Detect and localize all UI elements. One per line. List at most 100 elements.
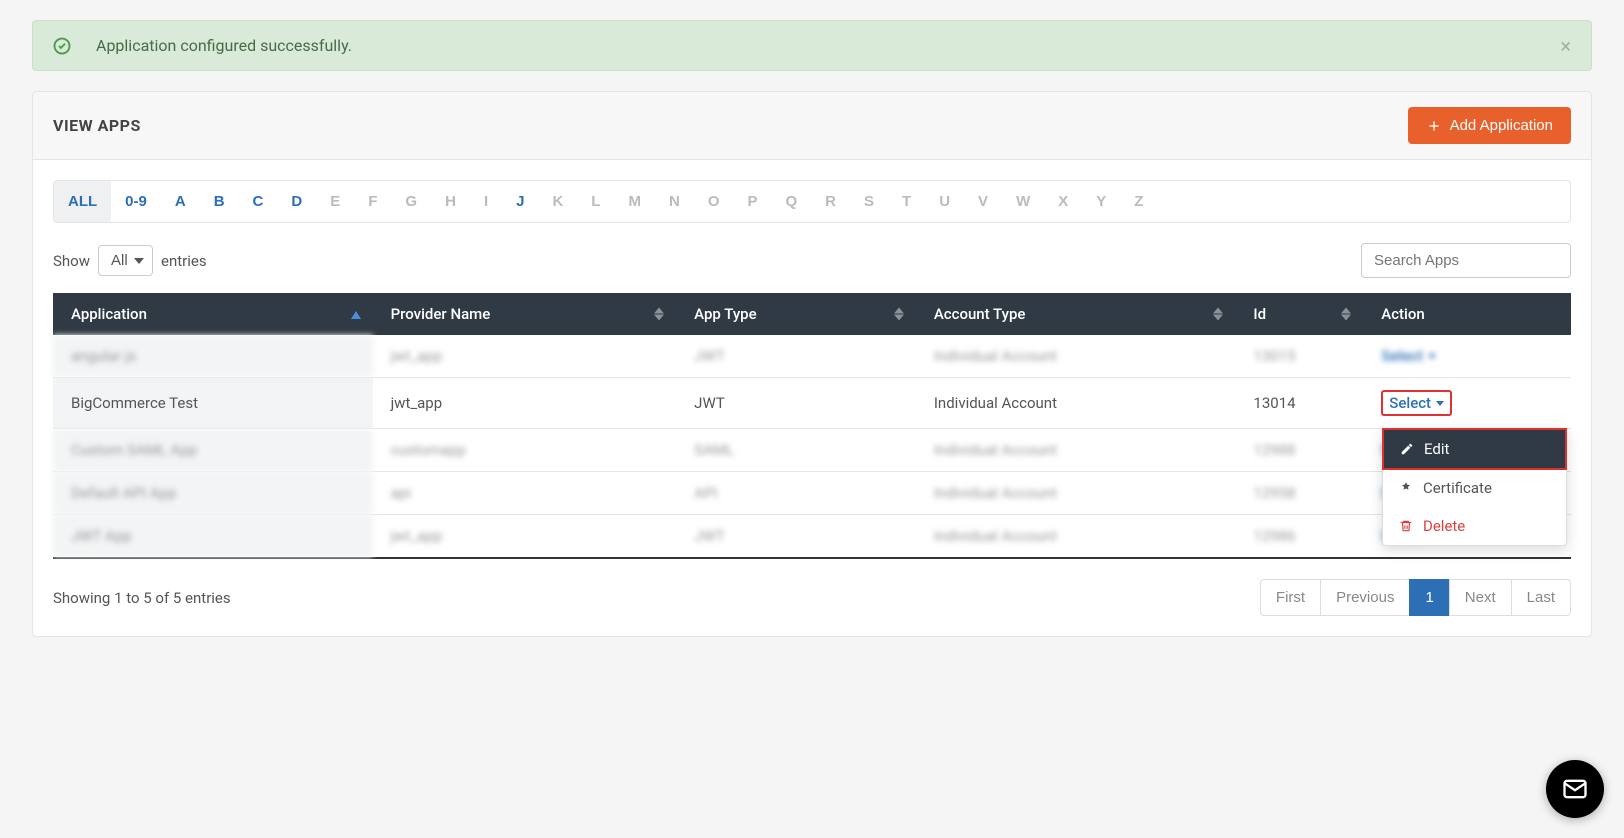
- apps-table: Application Provider Name: [53, 293, 1571, 559]
- cell-application: BigCommerce Test: [53, 378, 373, 429]
- table-row: Default API AppapiAPIIndividual Account1…: [53, 472, 1571, 515]
- alpha-t[interactable]: T: [888, 181, 925, 222]
- alpha-u[interactable]: U: [925, 181, 964, 222]
- sort-icon: [654, 308, 664, 321]
- alpha-o[interactable]: O: [694, 181, 734, 222]
- cell-application: angular js: [53, 335, 373, 378]
- chevron-down-icon: [1428, 354, 1436, 359]
- alpha-s[interactable]: S: [850, 181, 888, 222]
- cell-id: 13015: [1235, 335, 1363, 378]
- alpha-z[interactable]: Z: [1120, 181, 1157, 222]
- cell-accounttype: Individual Account: [916, 472, 1236, 515]
- cell-apptype: JWT: [676, 335, 916, 378]
- cell-provider: jwt_app: [373, 378, 677, 429]
- alpha-f[interactable]: F: [354, 181, 391, 222]
- alpha-d[interactable]: D: [277, 181, 316, 222]
- alpha-w[interactable]: W: [1002, 181, 1044, 222]
- show-label-after: entries: [161, 252, 207, 270]
- cell-accounttype: Individual Account: [916, 335, 1236, 378]
- page-first[interactable]: First: [1260, 579, 1321, 616]
- page-last[interactable]: Last: [1511, 579, 1571, 616]
- cell-id: 12958: [1235, 472, 1363, 515]
- cell-accounttype: Individual Account: [916, 515, 1236, 559]
- col-apptype[interactable]: App Type: [676, 293, 916, 335]
- alpha-0-9[interactable]: 0-9: [111, 181, 161, 222]
- cell-id: 13014: [1235, 378, 1363, 429]
- alert-close-icon[interactable]: ×: [1560, 34, 1571, 58]
- sort-icon: [1213, 308, 1223, 321]
- cell-application: Custom SAML App: [53, 429, 373, 472]
- search-input[interactable]: [1361, 243, 1571, 278]
- cell-provider: customapp: [373, 429, 677, 472]
- chat-widget[interactable]: [1546, 760, 1604, 818]
- cell-application: Default API App: [53, 472, 373, 515]
- success-alert: Application configured successfully. ×: [32, 20, 1592, 71]
- select-dropdown-trigger[interactable]: Select: [1381, 390, 1452, 416]
- show-label-before: Show: [53, 252, 90, 270]
- table-row: BigCommerce Testjwt_appJWTIndividual Acc…: [53, 378, 1571, 429]
- table-row: Custom SAML AppcustomappSAMLIndividual A…: [53, 429, 1571, 472]
- dropdown-delete-label: Delete: [1423, 517, 1465, 535]
- alpha-filter: ALL0-9ABCDEFGHIJKLMNOPQRSTUVWXYZ: [53, 180, 1571, 223]
- alpha-c[interactable]: C: [239, 181, 278, 222]
- mail-icon: [1561, 775, 1589, 803]
- alpha-i[interactable]: I: [470, 181, 502, 222]
- col-application[interactable]: Application: [53, 293, 373, 335]
- check-circle-icon: [53, 37, 71, 55]
- col-provider[interactable]: Provider Name: [373, 293, 677, 335]
- cell-action: Select: [1363, 335, 1571, 378]
- dropdown-certificate[interactable]: Certificate: [1383, 469, 1566, 507]
- alpha-g[interactable]: G: [391, 181, 431, 222]
- cell-provider: api: [373, 472, 677, 515]
- cell-id: 12986: [1235, 515, 1363, 559]
- table-row: JWT Appjwt_appJWTIndividual Account12986…: [53, 515, 1571, 559]
- col-id[interactable]: Id: [1235, 293, 1363, 335]
- alpha-y[interactable]: Y: [1082, 181, 1120, 222]
- alpha-all[interactable]: ALL: [54, 181, 111, 222]
- alert-text: Application configured successfully.: [96, 36, 352, 55]
- alpha-h[interactable]: H: [431, 181, 470, 222]
- page-title: VIEW APPS: [53, 116, 141, 135]
- cell-application: JWT App: [53, 515, 373, 559]
- cell-accounttype: Individual Account: [916, 429, 1236, 472]
- alpha-k[interactable]: K: [538, 181, 577, 222]
- dropdown-delete[interactable]: Delete: [1383, 507, 1566, 545]
- table-row: angular jsjwt_appJWTIndividual Account13…: [53, 335, 1571, 378]
- alpha-n[interactable]: N: [655, 181, 694, 222]
- col-action: Action: [1363, 293, 1571, 335]
- plus-icon: [1426, 118, 1442, 134]
- alpha-l[interactable]: L: [577, 181, 614, 222]
- cell-apptype: JWT: [676, 378, 916, 429]
- dropdown-certificate-label: Certificate: [1423, 479, 1492, 497]
- edit-icon: [1400, 442, 1414, 456]
- entries-select[interactable]: All: [98, 245, 153, 276]
- alpha-j[interactable]: J: [502, 181, 538, 222]
- cell-provider: jwt_app: [373, 515, 677, 559]
- page-previous[interactable]: Previous: [1320, 579, 1410, 616]
- page-1[interactable]: 1: [1409, 579, 1449, 616]
- sort-asc-icon: [351, 305, 361, 323]
- sort-icon: [1341, 308, 1351, 321]
- showing-text: Showing 1 to 5 of 5 entries: [53, 589, 231, 607]
- col-accounttype[interactable]: Account Type: [916, 293, 1236, 335]
- alpha-p[interactable]: P: [733, 181, 771, 222]
- cell-action: SelectEditCertificateDelete: [1363, 378, 1571, 429]
- select-dropdown-trigger[interactable]: Select: [1381, 347, 1436, 365]
- cell-provider: jwt_app: [373, 335, 677, 378]
- action-dropdown: Edit Certificate Delete: [1382, 428, 1567, 546]
- cell-accounttype: Individual Account: [916, 378, 1236, 429]
- alpha-b[interactable]: B: [200, 181, 239, 222]
- view-apps-panel: VIEW APPS Add Application ALL0-9ABCDEFGH…: [32, 91, 1592, 637]
- alpha-r[interactable]: R: [811, 181, 850, 222]
- alpha-q[interactable]: Q: [772, 181, 812, 222]
- alpha-m[interactable]: M: [614, 181, 655, 222]
- add-application-button[interactable]: Add Application: [1408, 107, 1571, 144]
- alpha-a[interactable]: A: [161, 181, 200, 222]
- alpha-e[interactable]: E: [316, 181, 354, 222]
- alpha-x[interactable]: X: [1044, 181, 1082, 222]
- cell-apptype: JWT: [676, 515, 916, 559]
- alpha-v[interactable]: V: [964, 181, 1002, 222]
- page-next[interactable]: Next: [1449, 579, 1512, 616]
- sort-icon: [894, 308, 904, 321]
- dropdown-edit[interactable]: Edit: [1382, 428, 1567, 470]
